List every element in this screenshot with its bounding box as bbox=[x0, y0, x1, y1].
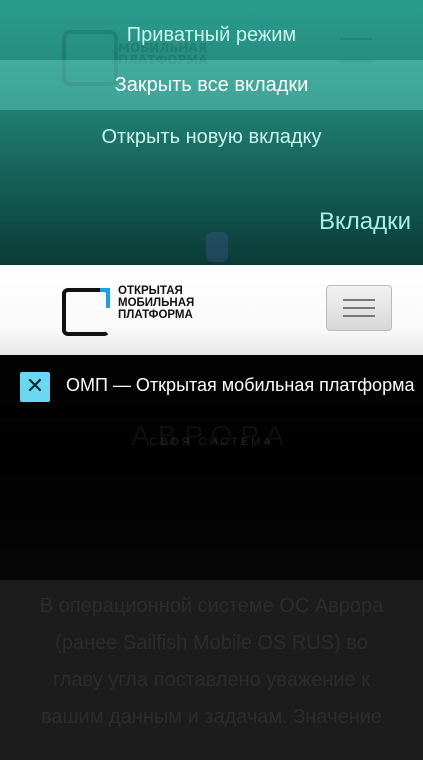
pulley-menu: МОБИЛЬНАЯ ПЛАТФОРМА Приватный режим Закр… bbox=[0, 0, 423, 265]
menu-item-close-all-tabs[interactable]: Закрыть все вкладки bbox=[0, 60, 423, 110]
menu-item-new-tab[interactable]: Открыть новую вкладку bbox=[0, 122, 423, 152]
close-icon: ✕ bbox=[25, 374, 45, 399]
logo-line: МОБИЛЬНАЯ bbox=[118, 297, 195, 309]
hamburger-line bbox=[343, 315, 375, 317]
page-title: Вкладки bbox=[318, 208, 411, 235]
background-shape bbox=[206, 232, 228, 262]
logo-line: ПЛАТФОРМА bbox=[118, 309, 193, 321]
hamburger-icon[interactable] bbox=[326, 285, 392, 331]
tab-title[interactable]: ОМП — Открытая мобильная платформа bbox=[66, 375, 423, 396]
page-body-text: В операционной системе ОС Аврора (ранее … bbox=[39, 595, 384, 728]
hamburger-line bbox=[343, 299, 375, 301]
omp-logo-icon bbox=[62, 288, 110, 336]
tab-item[interactable]: ✕ ОМП — Открытая мобильная платформа bbox=[0, 355, 423, 419]
ghost-banner-subtitle: СВОЯ СИСТЕМА bbox=[149, 436, 274, 448]
hamburger-line bbox=[343, 307, 375, 309]
logo-line: ОТКРЫТАЯ bbox=[118, 285, 183, 297]
omp-logo-accent bbox=[106, 288, 110, 308]
tab-preview[interactable]: ОТКРЫТАЯ МОБИЛЬНАЯ ПЛАТФОРМА bbox=[0, 265, 423, 355]
menu-item-private-mode[interactable]: Приватный режим bbox=[0, 20, 423, 50]
omp-logo-text: ОТКРЫТАЯ МОБИЛЬНАЯ ПЛАТФОРМА bbox=[118, 285, 194, 321]
close-tab-button[interactable]: ✕ bbox=[20, 372, 50, 402]
